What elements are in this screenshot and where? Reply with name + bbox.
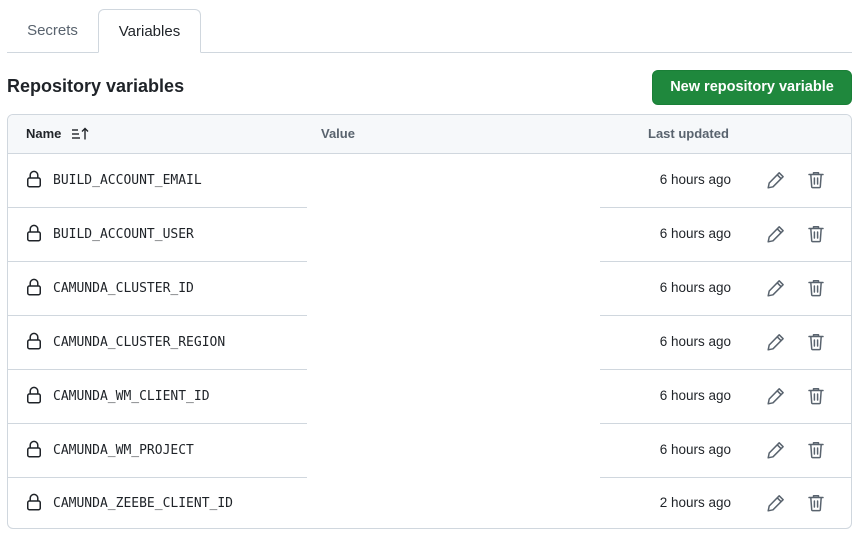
pencil-icon[interactable] (764, 384, 788, 408)
trash-icon[interactable] (804, 330, 828, 354)
pencil-icon[interactable] (764, 276, 788, 300)
variable-name: CAMUNDA_CLUSTER_ID (53, 280, 194, 296)
tab-bar: Secrets Variables (7, 9, 852, 53)
lock-icon (26, 170, 42, 188)
column-header-name-label: Name (26, 126, 62, 141)
lock-icon (26, 386, 42, 404)
pencil-icon[interactable] (764, 330, 788, 354)
variable-name: BUILD_ACCOUNT_USER (53, 226, 194, 242)
table-row: CAMUNDA_CLUSTER_REGION 6 hours ago (8, 316, 851, 370)
variable-name: CAMUNDA_WM_CLIENT_ID (53, 388, 210, 404)
column-header-name[interactable]: Name (26, 115, 89, 153)
table-header: Name Value Last updated (8, 115, 851, 154)
last-updated: 6 hours ago (659, 172, 731, 187)
trash-icon[interactable] (804, 276, 828, 300)
variable-name: CAMUNDA_ZEEBE_CLIENT_ID (53, 496, 234, 512)
last-updated: 6 hours ago (659, 333, 731, 349)
pencil-icon[interactable] (764, 491, 788, 515)
last-updated: 6 hours ago (659, 225, 731, 241)
tab-secrets[interactable]: Secrets (7, 9, 98, 53)
column-header-value: Value (321, 126, 355, 141)
last-updated: 2 hours ago (659, 495, 731, 511)
lock-icon (26, 332, 42, 350)
table-row: CAMUNDA_CLUSTER_ID 6 hours ago (8, 262, 851, 316)
table-row: CAMUNDA_ZEEBE_CLIENT_ID 2 hours ago (8, 477, 851, 528)
trash-icon[interactable] (804, 491, 828, 515)
pencil-icon[interactable] (764, 168, 788, 192)
lock-icon (26, 224, 42, 242)
table-row: BUILD_ACCOUNT_USER 6 hours ago (8, 208, 851, 262)
pencil-icon[interactable] (764, 222, 788, 246)
last-updated: 6 hours ago (659, 387, 731, 403)
trash-icon[interactable] (804, 384, 828, 408)
variable-name: CAMUNDA_WM_PROJECT (53, 442, 194, 458)
tab-variables[interactable]: Variables (98, 9, 201, 53)
trash-icon[interactable] (804, 168, 828, 192)
variables-table: Name Value Last updated BUILD_ACCOUNT_EM… (7, 114, 852, 529)
lock-icon (26, 440, 42, 458)
lock-icon (26, 493, 42, 511)
trash-icon[interactable] (804, 222, 828, 246)
new-repository-variable-button[interactable]: New repository variable (652, 70, 852, 105)
pencil-icon[interactable] (764, 438, 788, 462)
variable-name: CAMUNDA_CLUSTER_REGION (53, 334, 226, 350)
table-row: CAMUNDA_WM_PROJECT 6 hours ago (8, 424, 851, 478)
lock-icon (26, 278, 42, 296)
sort-ascending-icon[interactable] (71, 127, 89, 141)
last-updated: 6 hours ago (659, 441, 731, 457)
section-title: Repository variables (7, 76, 185, 96)
table-row: CAMUNDA_WM_CLIENT_ID 6 hours ago (8, 370, 851, 424)
column-header-last-updated: Last updated (648, 126, 729, 141)
variable-name: BUILD_ACCOUNT_EMAIL (53, 173, 202, 188)
last-updated: 6 hours ago (659, 279, 731, 295)
table-row: BUILD_ACCOUNT_EMAIL 6 hours ago (8, 154, 851, 208)
trash-icon[interactable] (804, 438, 828, 462)
